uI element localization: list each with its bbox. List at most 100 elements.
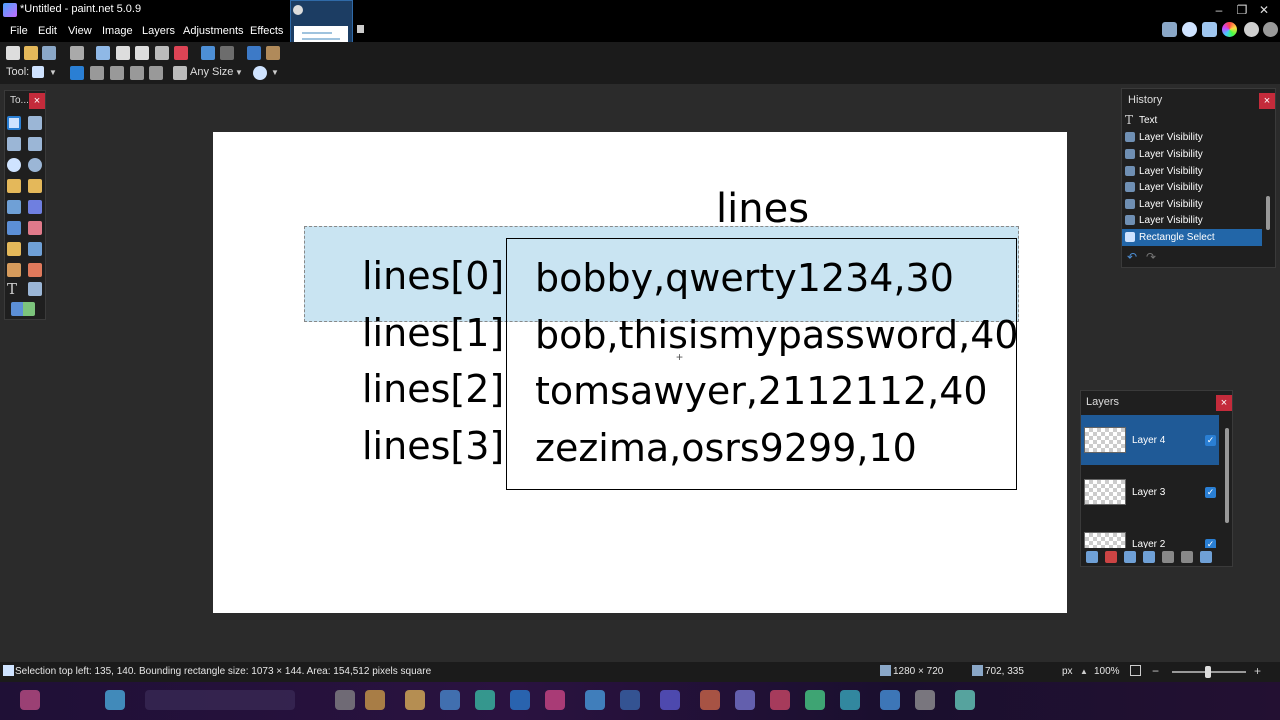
chevron-down-icon[interactable]: ▼ [271, 68, 279, 77]
antialias-icon[interactable] [253, 66, 267, 80]
history-item[interactable]: Layer Visibility [1122, 146, 1262, 163]
units-dropdown[interactable]: px [1062, 666, 1073, 677]
move-layer-up-icon[interactable] [1162, 551, 1174, 563]
minimize-button[interactable]: – [1211, 2, 1227, 18]
tools-close-button[interactable]: × [29, 93, 45, 109]
redo-icon[interactable] [220, 46, 234, 60]
magic-wand-tool-icon[interactable] [7, 179, 21, 193]
selection-size-icon[interactable] [173, 66, 187, 80]
zoom-out-icon[interactable]: − [1152, 664, 1159, 678]
menu-edit[interactable]: Edit [38, 25, 57, 37]
close-window-button[interactable]: ✕ [1256, 2, 1272, 18]
duplicate-layer-icon[interactable] [1124, 551, 1136, 563]
taskbar-app-icon[interactable] [545, 690, 565, 710]
pencil-tool-icon[interactable] [7, 242, 21, 256]
taskbar-app-icon[interactable] [365, 690, 385, 710]
zoom-slider-handle[interactable] [1205, 666, 1211, 678]
selection-replace-icon[interactable] [70, 66, 84, 80]
delete-layer-icon[interactable] [1105, 551, 1117, 563]
history-redo-icon[interactable]: ↷ [1146, 250, 1156, 264]
crop-icon[interactable] [155, 46, 169, 60]
save-icon[interactable] [42, 46, 56, 60]
taskbar-app-icon[interactable] [840, 690, 860, 710]
paint-bucket-tool-icon[interactable] [7, 200, 21, 214]
shapes-tool-icon[interactable] [11, 302, 35, 316]
tools-toggle-icon[interactable] [1162, 22, 1177, 37]
zoom-fit-icon[interactable] [1130, 665, 1141, 676]
rectangle-select-tool-icon[interactable] [7, 116, 21, 130]
paintbrush-tool-icon[interactable] [7, 221, 21, 235]
zoom-level[interactable]: 100% [1094, 666, 1120, 677]
history-scrollbar[interactable] [1266, 196, 1270, 230]
menu-view[interactable]: View [68, 25, 92, 37]
clone-stamp-tool-icon[interactable] [7, 263, 21, 277]
history-item[interactable]: T Text [1122, 112, 1262, 129]
colors-toggle-icon[interactable] [1222, 22, 1237, 37]
gradient-tool-icon[interactable] [28, 200, 42, 214]
chevron-up-icon[interactable]: ▲ [1080, 667, 1088, 676]
move-selection-tool-icon[interactable] [28, 137, 42, 151]
settings-gear-icon[interactable] [1244, 22, 1259, 37]
ellipse-select-tool-icon[interactable] [7, 158, 21, 172]
history-item-selected[interactable]: Rectangle Select [1122, 229, 1262, 246]
chevron-down-icon[interactable]: ▼ [49, 68, 57, 77]
taskbar-app-icon[interactable] [735, 690, 755, 710]
move-layer-down-icon[interactable] [1181, 551, 1193, 563]
zoom-tool-icon[interactable] [28, 158, 42, 172]
cut-icon[interactable] [96, 46, 110, 60]
lasso-tool-icon[interactable] [7, 137, 21, 151]
layer-row[interactable]: Layer 2 ✓ [1081, 530, 1219, 548]
deselect-icon[interactable] [174, 46, 188, 60]
eraser-tool-icon[interactable] [28, 221, 42, 235]
gear-icon[interactable] [293, 5, 303, 15]
taskbar-app-icon[interactable] [440, 690, 460, 710]
pan-tool-icon[interactable] [28, 179, 42, 193]
taskbar-search-icon[interactable] [145, 690, 295, 710]
open-icon[interactable] [24, 46, 38, 60]
text-tool-icon[interactable]: T [7, 280, 17, 298]
layer-visibility-checkbox[interactable]: ✓ [1205, 487, 1216, 498]
history-item[interactable]: Layer Visibility [1122, 163, 1262, 180]
add-layer-icon[interactable] [1086, 551, 1098, 563]
menu-adjustments[interactable]: Adjustments [183, 25, 244, 37]
line-curve-tool-icon[interactable] [28, 282, 42, 296]
taskbar-app-icon[interactable] [510, 690, 530, 710]
current-tool-icon[interactable] [32, 66, 44, 78]
taskbar-app-icon[interactable] [915, 690, 935, 710]
taskbar-app-icon[interactable] [335, 690, 355, 710]
taskbar-app-icon[interactable] [955, 690, 975, 710]
undo-icon[interactable] [201, 46, 215, 60]
selection-invert-icon[interactable] [149, 66, 163, 80]
history-item[interactable]: Layer Visibility [1122, 196, 1262, 213]
chevron-down-icon[interactable]: ▼ [235, 68, 243, 77]
history-undo-icon[interactable]: ↶ [1127, 250, 1137, 264]
print-icon[interactable] [70, 46, 84, 60]
brush-size-dropdown[interactable]: Any Size [190, 66, 233, 78]
taskbar-app-icon[interactable] [880, 690, 900, 710]
pin-icon[interactable] [357, 25, 364, 33]
taskbar-app-icon[interactable] [585, 690, 605, 710]
menu-layers[interactable]: Layers [142, 25, 175, 37]
history-item[interactable]: Layer Visibility [1122, 129, 1262, 146]
layer-visibility-checkbox[interactable]: ✓ [1205, 539, 1216, 548]
menu-image[interactable]: Image [102, 25, 133, 37]
start-icon[interactable] [20, 690, 40, 710]
taskbar-app-icon[interactable] [660, 690, 680, 710]
selection-intersect-icon[interactable] [130, 66, 144, 80]
copy-icon[interactable] [116, 46, 130, 60]
layers-toggle-icon[interactable] [1202, 22, 1217, 37]
taskbar-app-icon[interactable] [700, 690, 720, 710]
paste-icon[interactable] [135, 46, 149, 60]
restore-button[interactable]: ❐ [1234, 2, 1250, 18]
selection-exclude-icon[interactable] [110, 66, 124, 80]
taskbar-app-icon[interactable] [475, 690, 495, 710]
zoom-in-icon[interactable]: + [1254, 664, 1261, 678]
taskbar-app-icon[interactable] [805, 690, 825, 710]
layer-properties-icon[interactable] [1200, 551, 1212, 563]
layer-visibility-checkbox[interactable]: ✓ [1205, 435, 1216, 446]
taskbar-app-icon[interactable] [770, 690, 790, 710]
taskbar-app-icon[interactable] [405, 690, 425, 710]
help-icon[interactable] [1263, 22, 1278, 37]
grid-icon[interactable] [247, 46, 261, 60]
taskbar-app-icon[interactable] [620, 690, 640, 710]
